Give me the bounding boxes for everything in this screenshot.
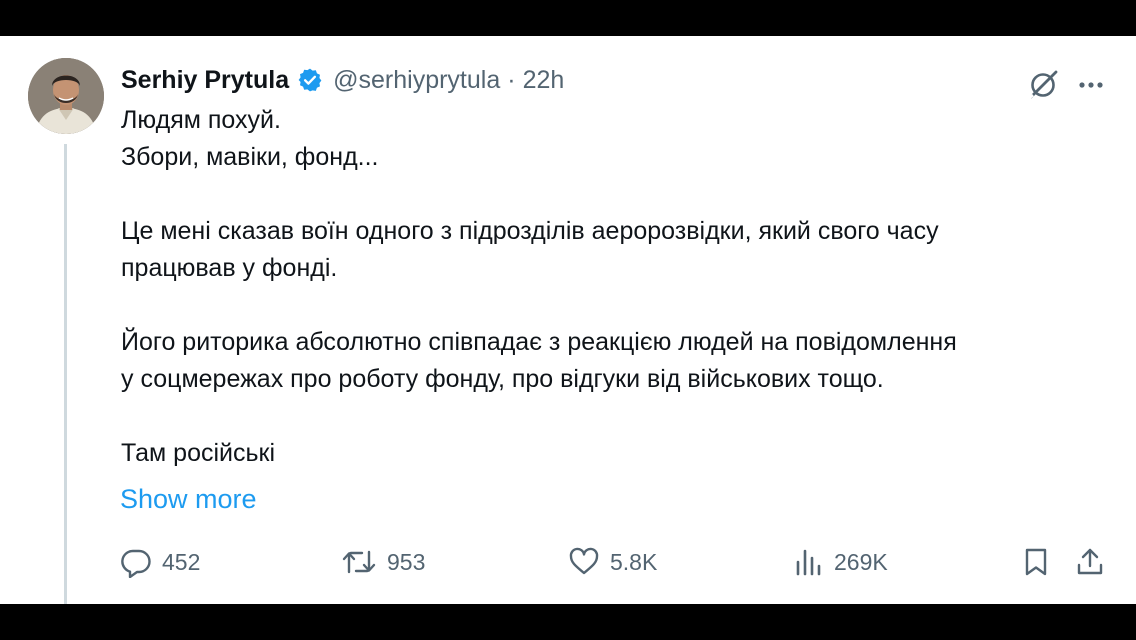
tweet-time[interactable]: 22h bbox=[523, 66, 565, 95]
like-count: 5.8K bbox=[610, 548, 658, 575]
tweet-card: Serhiy Prytula @serhiyprytula · 22h Людя… bbox=[0, 36, 1136, 604]
tweet-line: Там російські bbox=[121, 439, 276, 467]
views-count: 269K bbox=[834, 548, 888, 575]
tweet-header: Serhiy Prytula @serhiyprytula · 22h bbox=[121, 64, 564, 96]
action-bar: 452 953 5.8K 269K bbox=[0, 546, 1136, 586]
tweet-text: Людям похуй. Збори, мавіки, фонд... Це м… bbox=[121, 102, 1111, 472]
repost-count: 953 bbox=[387, 548, 426, 575]
avatar[interactable] bbox=[28, 58, 104, 134]
tweet-line: Збори, мавіки, фонд... bbox=[121, 143, 379, 171]
views-icon bbox=[794, 546, 824, 578]
repost-icon bbox=[341, 546, 377, 578]
verified-badge-icon bbox=[297, 67, 323, 93]
header-separator: · bbox=[507, 65, 516, 94]
tweet-line: працював у фонді. bbox=[121, 254, 338, 282]
tweet-line: Це мені сказав воїн одного з підрозділів… bbox=[121, 217, 939, 245]
tweet-line: Людям похуй. bbox=[121, 106, 281, 134]
repost-button[interactable]: 953 bbox=[341, 546, 425, 578]
reply-count: 452 bbox=[162, 548, 201, 575]
share-icon bbox=[1074, 546, 1106, 578]
tweet-line: Його риторика абсолютно співпадає з реак… bbox=[121, 328, 957, 356]
reply-icon bbox=[120, 546, 152, 578]
show-more-link[interactable]: Show more bbox=[120, 484, 257, 515]
views-button[interactable]: 269K bbox=[794, 546, 888, 578]
tweet-line: у соцмережах про роботу фонду, про відгу… bbox=[121, 365, 884, 393]
thread-line bbox=[64, 144, 67, 604]
author-handle[interactable]: @serhiyprytula bbox=[333, 66, 500, 95]
like-icon bbox=[568, 546, 600, 578]
bookmark-button[interactable] bbox=[1022, 546, 1050, 578]
bookmark-icon bbox=[1022, 546, 1050, 578]
share-button[interactable] bbox=[1074, 546, 1106, 578]
author-name[interactable]: Serhiy Prytula bbox=[121, 66, 289, 95]
reply-button[interactable]: 452 bbox=[120, 546, 200, 578]
like-button[interactable]: 5.8K bbox=[568, 546, 657, 578]
